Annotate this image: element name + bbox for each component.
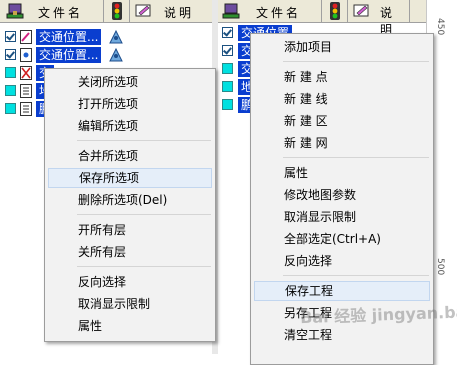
layers-icon xyxy=(6,3,24,19)
menu-item-new-point[interactable]: 新 建 点 xyxy=(254,67,430,87)
menu-item-open-selected[interactable]: 打开所选项 xyxy=(48,94,212,114)
layer-list-header: 文件名 说明 xyxy=(218,0,457,37)
region-layer-icon xyxy=(20,66,32,80)
doc-layer-icon xyxy=(20,102,32,116)
layer-checkbox[interactable] xyxy=(5,31,16,42)
menu-item-merge-selected[interactable]: 合并所选项 xyxy=(48,146,212,166)
layer-row[interactable]: 交通位置... xyxy=(0,28,212,46)
menu-item-save-selected[interactable]: 保存所选项 xyxy=(48,168,212,188)
column-header-desc-label: 说明 xyxy=(164,6,195,20)
menu-item-new-line[interactable]: 新 建 线 xyxy=(254,89,430,109)
menu-item-save-project[interactable]: 保存工程 xyxy=(254,281,430,301)
menu-separator xyxy=(77,140,211,141)
doc-layer-icon xyxy=(20,84,32,98)
menu-item-invert-selection[interactable]: 反向选择 xyxy=(48,272,212,292)
layer-checkbox[interactable] xyxy=(5,85,16,96)
menu-item-delete-selected[interactable]: 删除所选项(Del) xyxy=(48,190,212,210)
column-header-desc[interactable]: 说明 xyxy=(130,0,212,22)
layer-checkbox[interactable] xyxy=(222,27,233,38)
column-header-name-label: 文件名 xyxy=(38,6,84,20)
menu-item-edit-selected[interactable]: 编辑所选项 xyxy=(48,116,212,136)
menu-separator xyxy=(77,266,211,267)
point-layer-icon xyxy=(20,48,32,62)
layer-group-icon xyxy=(109,29,123,44)
menu-item-open-all-layers[interactable]: 开所有层 xyxy=(48,220,212,240)
menu-item-invert-selection[interactable]: 反向选择 xyxy=(254,251,430,271)
menu-item-select-all[interactable]: 全部选定(Ctrl+A) xyxy=(254,229,430,249)
menu-item-cancel-display-limit[interactable]: 取消显示限制 xyxy=(254,207,430,227)
menu-item-add-item[interactable]: 添加项目 xyxy=(254,37,430,57)
layer-group-icon xyxy=(109,47,123,62)
menu-item-properties[interactable]: 属性 xyxy=(48,316,212,336)
layer-checkbox[interactable] xyxy=(222,63,233,74)
column-header-name-label: 文件名 xyxy=(256,6,302,20)
menu-item-close-all-layers[interactable]: 关所有层 xyxy=(48,242,212,262)
ruler-label: 500 xyxy=(435,258,445,276)
layer-name: 交通位置... xyxy=(36,47,102,63)
line-layer-icon xyxy=(20,30,32,44)
layer-checkbox[interactable] xyxy=(5,103,16,114)
menu-item-close-selected[interactable]: 关闭所选项 xyxy=(48,72,212,92)
menu-item-cancel-display-limit[interactable]: 取消显示限制 xyxy=(48,294,212,314)
layer-checkbox[interactable] xyxy=(222,99,233,110)
column-header-desc[interactable]: 说明 xyxy=(348,0,410,37)
menu-item-new-region[interactable]: 新 建 区 xyxy=(254,111,430,131)
layer-checkbox[interactable] xyxy=(5,49,16,60)
column-header-name[interactable]: 文件名 xyxy=(0,0,104,22)
column-header-name[interactable]: 文件名 xyxy=(218,0,322,22)
menu-item-properties[interactable]: 属性 xyxy=(254,163,430,183)
layer-checkbox[interactable] xyxy=(222,45,233,56)
layer-name: 交通位置... xyxy=(36,29,102,45)
menu-separator xyxy=(77,214,211,215)
layer-checkbox[interactable] xyxy=(5,67,16,78)
menu-separator xyxy=(283,275,429,276)
menu-separator xyxy=(283,61,429,62)
edit-note-icon xyxy=(353,4,369,17)
menu-separator xyxy=(283,157,429,158)
edit-note-icon xyxy=(135,4,151,17)
layer-list-header: 文件名 说明 xyxy=(0,0,212,23)
context-menu-left: 关闭所选项 打开所选项 编辑所选项 合并所选项 保存所选项 删除所选项(Del)… xyxy=(44,68,216,342)
traffic-light-icon xyxy=(112,2,122,20)
column-header-visibility[interactable] xyxy=(104,0,130,22)
traffic-light-icon xyxy=(330,2,340,20)
column-header-visibility[interactable] xyxy=(322,0,348,22)
layer-row[interactable]: 交通位置... xyxy=(0,46,212,64)
layers-icon xyxy=(222,3,240,19)
menu-item-edit-map-params[interactable]: 修改地图参数 xyxy=(254,185,430,205)
menu-item-clear-project[interactable]: 清空工程 xyxy=(254,325,430,345)
menu-item-new-network[interactable]: 新 建 网 xyxy=(254,133,430,153)
layer-checkbox[interactable] xyxy=(222,81,233,92)
ruler-label: 450 xyxy=(435,18,445,36)
